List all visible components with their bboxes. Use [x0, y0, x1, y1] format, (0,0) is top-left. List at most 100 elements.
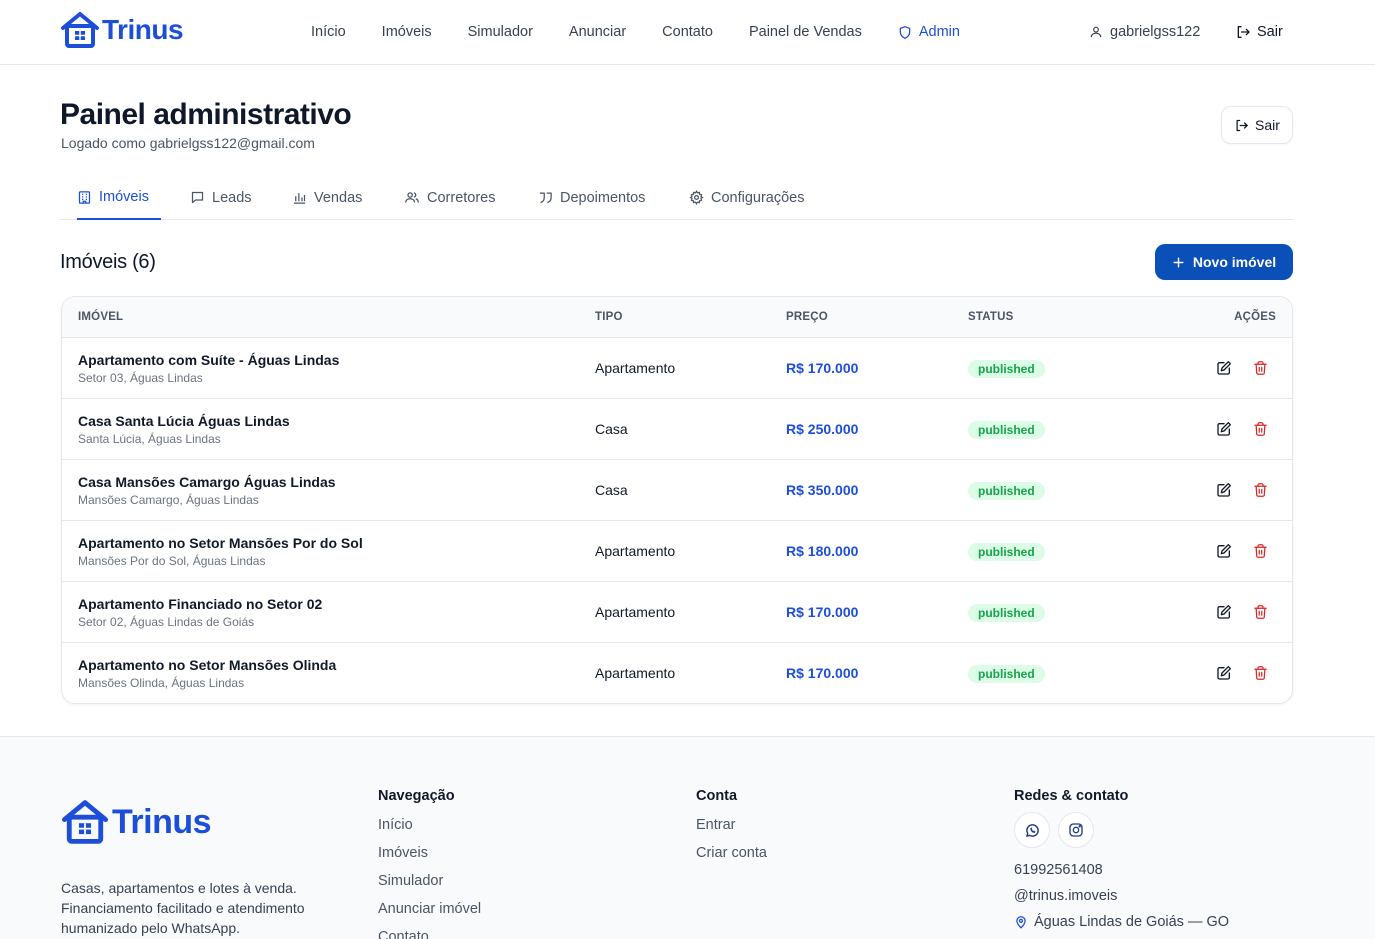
- delete-button[interactable]: [1251, 664, 1269, 682]
- property-name[interactable]: Apartamento no Setor Mansões Olinda: [78, 657, 336, 673]
- property-name[interactable]: Apartamento com Suíte - Águas Lindas: [78, 352, 339, 368]
- property-name[interactable]: Casa Santa Lúcia Águas Lindas: [78, 413, 290, 429]
- footer-link-entrar[interactable]: Entrar: [696, 817, 767, 835]
- edit-icon: [1217, 483, 1231, 497]
- delete-button[interactable]: [1251, 420, 1269, 438]
- property-name[interactable]: Apartamento no Setor Mansões Por do Sol: [78, 535, 363, 551]
- footer-brand-name: Trinus: [112, 802, 212, 841]
- delete-button[interactable]: [1251, 359, 1269, 377]
- tab-vendas[interactable]: Vendas: [292, 176, 362, 219]
- delete-button[interactable]: [1251, 481, 1269, 499]
- table-row: Casa Santa Lúcia Águas Lindas Santa Lúcia…: [62, 399, 1292, 460]
- trash-icon: [1253, 483, 1267, 497]
- trash-icon: [1253, 422, 1267, 436]
- logout-button[interactable]: Sair: [1221, 106, 1293, 144]
- edit-button[interactable]: [1215, 603, 1233, 621]
- bar-chart-icon: [293, 193, 306, 204]
- logout-link[interactable]: Sair: [1235, 0, 1283, 64]
- main-nav: Início Imóveis Simulador Anunciar Contat…: [311, 0, 996, 64]
- nav-link-contato[interactable]: Contato: [662, 24, 713, 40]
- footer-description: Casas, apartamentos e lotes à venda. Fin…: [61, 880, 305, 936]
- property-type: Casa: [595, 482, 628, 498]
- edit-button[interactable]: [1215, 481, 1233, 499]
- property-price: R$ 250.000: [786, 421, 859, 437]
- footer-link-simulador[interactable]: Simulador: [378, 873, 481, 891]
- tab-imoveis[interactable]: Imóveis: [77, 176, 161, 220]
- property-price: R$ 170.000: [786, 665, 859, 681]
- footer-link-anunciar[interactable]: Anunciar imóvel: [378, 901, 481, 919]
- column-header-property: IMÓVEL: [78, 311, 124, 323]
- tab-vendas-label: Vendas: [314, 189, 363, 206]
- footer-link-contato[interactable]: Contato: [378, 929, 481, 939]
- page-title: Painel administrativo: [60, 98, 352, 131]
- property-location: Santa Lúcia, Águas Lindas: [78, 432, 221, 446]
- new-property-label: Novo imóvel: [1192, 254, 1277, 270]
- tab-corretores[interactable]: Corretores: [404, 176, 496, 219]
- edit-button[interactable]: [1215, 664, 1233, 682]
- brand-logo[interactable]: Trinus: [60, 11, 184, 49]
- edit-button[interactable]: [1215, 420, 1233, 438]
- contact-phone: 61992561408: [1014, 862, 1103, 878]
- property-name[interactable]: Casa Mansões Camargo Águas Lindas: [78, 474, 336, 490]
- map-pin-icon: [1016, 916, 1026, 929]
- property-name[interactable]: Apartamento Financiado no Setor 02: [78, 596, 322, 612]
- footer-link-imoveis[interactable]: Imóveis: [378, 845, 481, 863]
- trash-icon: [1253, 544, 1267, 558]
- property-type: Apartamento: [595, 665, 676, 681]
- property-location: Mansões Camargo, Águas Lindas: [78, 493, 259, 507]
- nav-link-painel-vendas[interactable]: Painel de Vendas: [749, 24, 862, 40]
- tab-configuracoes[interactable]: Configurações: [689, 176, 805, 219]
- property-location: Setor 02, Águas Lindas de Goiás: [78, 615, 255, 629]
- nav-link-inicio[interactable]: Início: [311, 24, 346, 40]
- nav-link-admin[interactable]: Admin: [898, 24, 960, 40]
- column-header-price: PREÇO: [786, 311, 828, 323]
- status-badge: published: [968, 360, 1045, 378]
- trash-icon: [1253, 361, 1267, 375]
- nav-link-anunciar[interactable]: Anunciar: [569, 24, 626, 40]
- tab-depoimentos-label: Depoimentos: [560, 189, 646, 206]
- status-badge: published: [968, 421, 1045, 439]
- new-property-button[interactable]: Novo imóvel: [1155, 244, 1293, 280]
- edit-icon: [1217, 422, 1231, 436]
- table-row: Casa Mansões Camargo Águas Lindas Mansões…: [62, 460, 1292, 521]
- nav-link-admin-label: Admin: [918, 24, 960, 40]
- status-badge: published: [968, 604, 1045, 622]
- column-header-type: TIPO: [595, 311, 623, 323]
- user-menu[interactable]: gabrielgss122: [1089, 0, 1200, 64]
- tab-leads-label: Leads: [212, 189, 252, 206]
- footer-link-inicio[interactable]: Início: [378, 817, 481, 835]
- edit-button[interactable]: [1215, 359, 1233, 377]
- footer-navigation: Navegação Início Imóveis Simulador Anunc…: [378, 788, 481, 939]
- tab-imoveis-label: Imóveis: [99, 189, 149, 205]
- property-location: Mansões Por do Sol, Águas Lindas: [78, 554, 266, 568]
- footer-navigation-title: Navegação: [378, 788, 455, 804]
- delete-button[interactable]: [1251, 542, 1269, 560]
- column-header-status: STATUS: [968, 311, 1014, 323]
- logout-button-label: Sair: [1255, 117, 1280, 133]
- trash-icon: [1253, 666, 1267, 680]
- shield-icon: [899, 25, 911, 39]
- top-nav: Trinus Início Imóveis Simulador Anunciar…: [0, 0, 1375, 65]
- edit-icon: [1217, 361, 1231, 375]
- instagram-button[interactable]: [1058, 812, 1094, 848]
- property-type: Casa: [595, 421, 628, 437]
- footer-link-criar-conta[interactable]: Criar conta: [696, 845, 767, 863]
- house-logo-icon: [62, 800, 108, 844]
- logged-in-as: Logado como gabrielgss122@gmail.com: [61, 135, 315, 151]
- nav-link-imoveis[interactable]: Imóveis: [382, 24, 432, 40]
- section-title: Imóveis (6): [60, 251, 156, 273]
- edit-button[interactable]: [1215, 542, 1233, 560]
- status-badge: published: [968, 482, 1045, 500]
- footer-contact-title: Redes & contato: [1014, 788, 1129, 804]
- social-links: [1014, 812, 1229, 848]
- status-badge: published: [968, 665, 1045, 683]
- delete-button[interactable]: [1251, 603, 1269, 621]
- footer-logo[interactable]: Trinus: [60, 799, 212, 845]
- tab-depoimentos[interactable]: Depoimentos: [538, 176, 645, 219]
- tab-leads[interactable]: Leads: [190, 176, 252, 219]
- whatsapp-button[interactable]: [1014, 812, 1050, 848]
- column-header-actions: AÇÕES: [1234, 311, 1276, 323]
- gear-icon: [689, 190, 704, 205]
- trash-icon: [1253, 605, 1267, 619]
- nav-link-simulador[interactable]: Simulador: [468, 24, 533, 40]
